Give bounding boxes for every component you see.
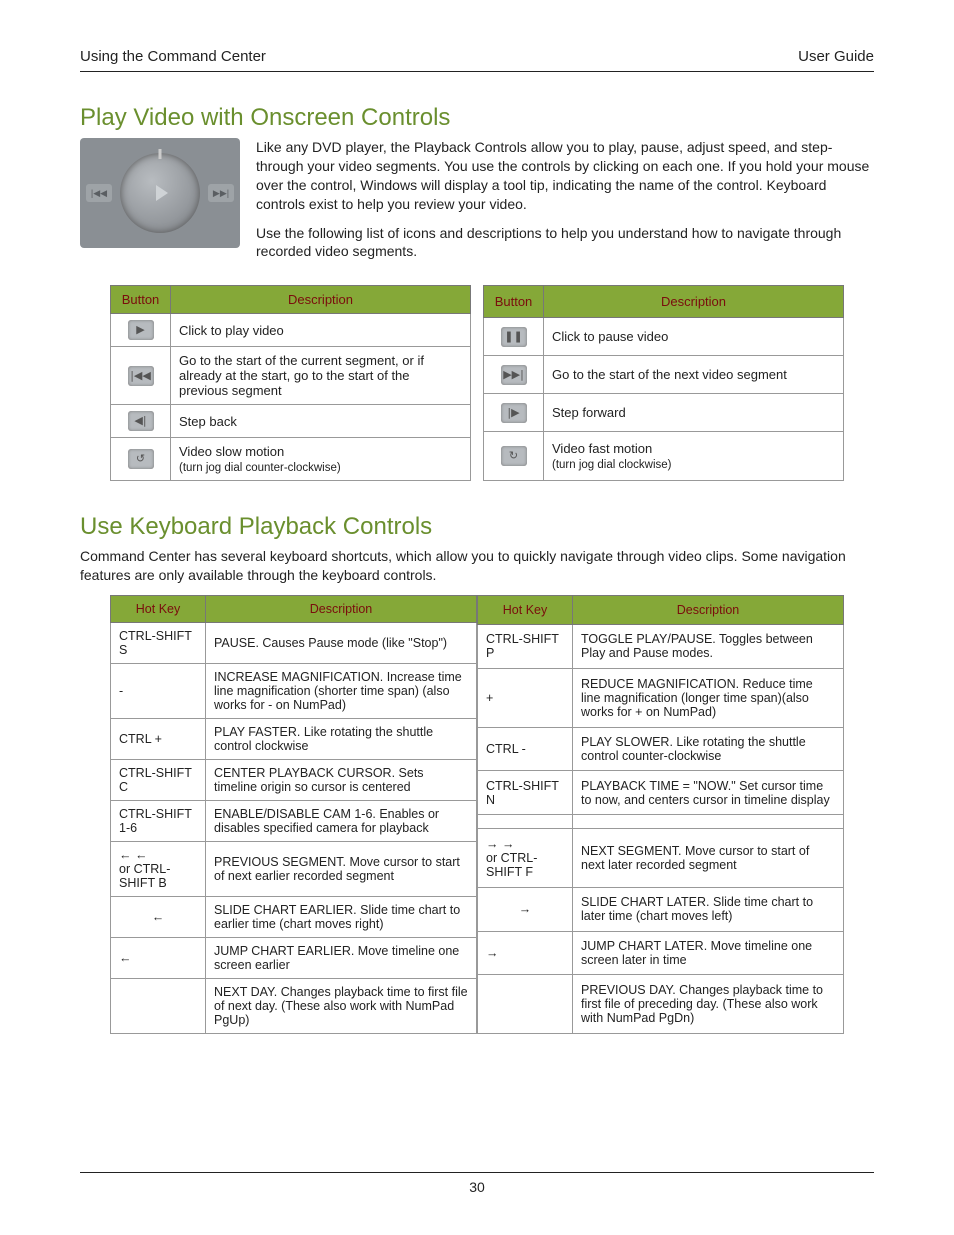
table-header-row: Button Description xyxy=(111,286,471,314)
table-row: →SLIDE CHART LATER. Slide time chart to … xyxy=(478,887,844,931)
section1-intro: Like any DVD player, the Playback Contro… xyxy=(256,138,874,271)
section2-intro: Command Center has several keyboard shor… xyxy=(80,547,874,585)
prev-segment-icon: |◀◀ xyxy=(128,366,154,386)
fast-motion-icon: ↻ xyxy=(501,446,527,466)
col-description: Description xyxy=(171,286,471,314)
col-description: Description xyxy=(206,596,477,623)
section1-intro-p2: Use the following list of icons and desc… xyxy=(256,224,874,262)
cell-desc: Step forward xyxy=(544,394,844,432)
table-header-row: Hot Key Description xyxy=(111,596,477,623)
next-segment-icon: ▶▶| xyxy=(501,365,527,385)
cell-desc: Click to play video xyxy=(171,314,471,347)
table-row: ←SLIDE CHART EARLIER. Slide time chart t… xyxy=(111,897,477,938)
thumb-next-icon: ▶▶| xyxy=(208,184,234,202)
table-row: CTRL-SHIFT SPAUSE. Causes Pause mode (li… xyxy=(111,623,477,664)
playback-buttons-table-left: Button Description ▶ Click to play video… xyxy=(110,285,471,481)
play-icon: ▶ xyxy=(128,320,154,340)
page-number: 30 xyxy=(469,1179,485,1195)
cell-desc: Video slow motion (turn jog dial counter… xyxy=(171,438,471,481)
section1-intro-p1: Like any DVD player, the Playback Contro… xyxy=(256,138,874,214)
cell-desc: Click to pause video xyxy=(544,318,844,356)
keyboard-table-left: Hot Key Description CTRL-SHIFT SPAUSE. C… xyxy=(110,595,477,1034)
table-row: CTRL-SHIFT NPLAYBACK TIME = "NOW." Set c… xyxy=(478,771,844,815)
table-row: ❚❚ Click to pause video xyxy=(484,318,844,356)
col-description: Description xyxy=(573,596,844,625)
pause-icon: ❚❚ xyxy=(501,327,527,347)
table-row: PREVIOUS DAY. Changes playback time to f… xyxy=(478,975,844,1034)
table-row: ←JUMP CHART EARLIER. Move timeline one s… xyxy=(111,938,477,979)
table-row: |▶ Step forward xyxy=(484,394,844,432)
col-hotkey: Hot Key xyxy=(111,596,206,623)
table-row: ↺ Video slow motion (turn jog dial count… xyxy=(111,438,471,481)
table-header-row: Button Description xyxy=(484,286,844,318)
table-row: NEXT DAY. Changes playback time to first… xyxy=(111,979,477,1034)
step-back-icon: ◀| xyxy=(128,411,154,431)
page-header: Using the Command Center User Guide xyxy=(80,48,874,72)
table-row: +REDUCE MAGNIFICATION. Reduce time line … xyxy=(478,668,844,727)
section1-title: Play Video with Onscreen Controls xyxy=(80,104,874,132)
cell-desc: Go to the start of the next video segmen… xyxy=(544,356,844,394)
cell-desc: Video fast motion (turn jog dial clockwi… xyxy=(544,431,844,480)
table-row: |◀◀ Go to the start of the current segme… xyxy=(111,347,471,405)
table-row: ◀| Step back xyxy=(111,405,471,438)
playback-buttons-table-right: Button Description ❚❚ Click to pause vid… xyxy=(483,285,844,481)
col-hotkey: Hot Key xyxy=(478,596,573,625)
step-forward-icon: |▶ xyxy=(501,403,527,423)
col-button: Button xyxy=(111,286,171,314)
header-right: User Guide xyxy=(798,48,874,65)
cell-desc: Go to the start of the current segment, … xyxy=(171,347,471,405)
header-left: Using the Command Center xyxy=(80,48,266,65)
table-row xyxy=(478,815,844,829)
thumb-jogdial-icon xyxy=(120,153,200,233)
page-footer: 30 xyxy=(80,1172,874,1195)
section2-title: Use Keyboard Playback Controls xyxy=(80,513,874,541)
table-row: CTRL-SHIFT 1-6ENABLE/DISABLE CAM 1-6. En… xyxy=(111,801,477,842)
table-row: → → or CTRL-SHIFT FNEXT SEGMENT. Move cu… xyxy=(478,828,844,887)
keyboard-table-right: Hot Key Description CTRL-SHIFT PTOGGLE P… xyxy=(477,595,844,1034)
table-row: ↻ Video fast motion (turn jog dial clock… xyxy=(484,431,844,480)
col-description: Description xyxy=(544,286,844,318)
table-row: ▶▶| Go to the start of the next video se… xyxy=(484,356,844,394)
table-row: ← ← or CTRL-SHIFT BPREVIOUS SEGMENT. Mov… xyxy=(111,842,477,897)
table-row: -INCREASE MAGNIFICATION. Increase time l… xyxy=(111,664,477,719)
cell-desc: Step back xyxy=(171,405,471,438)
table-row: CTRL-SHIFT PTOGGLE PLAY/PAUSE. Toggles b… xyxy=(478,624,844,668)
table-row: →JUMP CHART LATER. Move timeline one scr… xyxy=(478,931,844,975)
table-header-row: Hot Key Description xyxy=(478,596,844,625)
table-row: CTRL -PLAY SLOWER. Like rotating the shu… xyxy=(478,727,844,771)
playback-controls-thumbnail: |◀◀ ▶▶| xyxy=(80,138,240,248)
table-row: CTRL +PLAY FASTER. Like rotating the shu… xyxy=(111,719,477,760)
table-row: CTRL-SHIFT CCENTER PLAYBACK CURSOR. Sets… xyxy=(111,760,477,801)
thumb-prev-icon: |◀◀ xyxy=(86,184,112,202)
col-button: Button xyxy=(484,286,544,318)
slow-motion-icon: ↺ xyxy=(128,449,154,469)
table-row: ▶ Click to play video xyxy=(111,314,471,347)
